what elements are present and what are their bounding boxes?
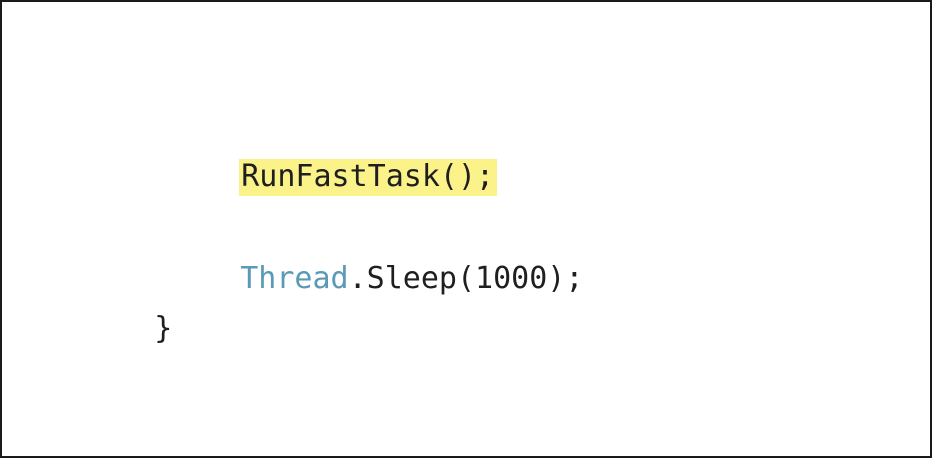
- thread-type-name: Thread: [240, 261, 349, 296]
- code-line-closing-brace: }: [82, 272, 172, 386]
- sleep-call: .Sleep(1000);: [348, 261, 584, 296]
- code-line-thread-sleep: Thread.Sleep(1000);: [168, 222, 583, 336]
- code-line-run-fast-task: RunFastTask();: [167, 120, 498, 234]
- run-fast-task-highlighted-statement[interactable]: RunFastTask();: [239, 159, 498, 196]
- code-editor-panel: RunFastTask(); Thread.Sleep(1000); }: [0, 0, 932, 458]
- closing-brace: }: [154, 311, 173, 346]
